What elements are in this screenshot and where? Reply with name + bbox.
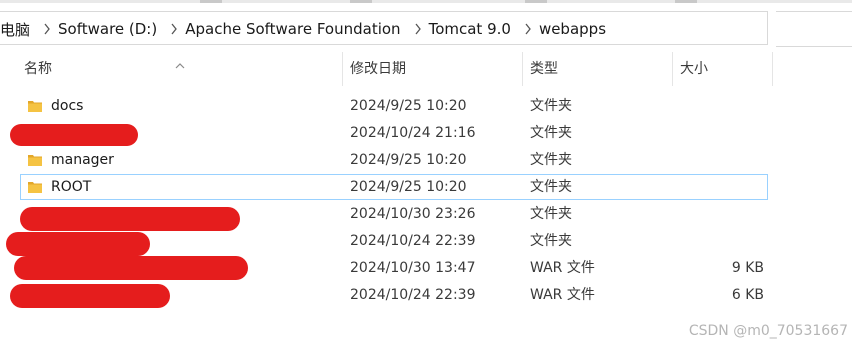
breadcrumb-item-tomcat[interactable]: Tomcat 9.0: [429, 20, 517, 38]
column-header-modified[interactable]: 修改日期: [350, 52, 406, 86]
column-header-name[interactable]: 名称: [24, 52, 52, 86]
search-box[interactable]: [776, 11, 852, 47]
file-row-docs[interactable]: docs 2024/9/25 10:20 文件夹: [20, 93, 768, 119]
file-type: WAR 文件: [530, 287, 595, 303]
file-date: 2024/9/25 10:20: [350, 98, 467, 114]
chevron-right-icon[interactable]: [407, 23, 429, 35]
file-size: 6 KB: [731, 287, 764, 303]
redaction-mark: [6, 232, 150, 256]
file-row-manager[interactable]: manager 2024/9/25 10:20 文件夹: [20, 147, 768, 173]
file-type: 文件夹: [530, 125, 572, 141]
chevron-right-icon[interactable]: [36, 23, 58, 35]
watermark: CSDN @m0_70531667: [688, 323, 848, 339]
folder-icon: [28, 182, 42, 193]
column-divider[interactable]: [772, 52, 773, 86]
file-type: 文件夹: [530, 98, 572, 114]
breadcrumb-item-webapps[interactable]: webapps: [539, 20, 612, 38]
file-date: 2024/9/25 10:20: [350, 152, 467, 168]
redaction-mark: [10, 124, 138, 146]
breadcrumb-item-apache[interactable]: Apache Software Foundation: [185, 20, 406, 38]
column-divider[interactable]: [522, 52, 523, 86]
breadcrumb-item-computer[interactable]: 电脑: [0, 19, 36, 40]
file-row-root[interactable]: ROOT 2024/9/25 10:20 文件夹: [20, 174, 768, 200]
redaction-mark: [20, 207, 240, 231]
file-date: 2024/9/25 10:20: [350, 179, 467, 195]
column-header-bar: 名称 修改日期 类型 大小: [0, 52, 852, 86]
file-size: 9 KB: [731, 260, 764, 276]
redaction-mark: [10, 284, 170, 308]
file-type: WAR 文件: [530, 260, 595, 276]
breadcrumb-item-drive[interactable]: Software (D:): [58, 20, 163, 38]
file-name: manager: [51, 152, 114, 168]
file-type: 文件夹: [530, 179, 572, 195]
chevron-right-icon[interactable]: [517, 23, 539, 35]
file-name: docs: [51, 98, 84, 114]
redaction-mark: [14, 256, 248, 280]
column-header-type[interactable]: 类型: [530, 52, 558, 86]
folder-icon: [28, 155, 42, 166]
column-header-size[interactable]: 大小: [680, 52, 708, 86]
chevron-right-icon[interactable]: [163, 23, 185, 35]
file-date: 2024/10/30 23:26: [350, 206, 476, 222]
column-divider[interactable]: [342, 52, 343, 86]
file-name: ROOT: [51, 179, 92, 195]
folder-icon: [28, 101, 42, 112]
column-divider[interactable]: [672, 52, 673, 86]
toolbar-edge: [0, 0, 852, 3]
sort-ascending-icon: [175, 54, 185, 73]
file-type: 文件夹: [530, 206, 572, 222]
file-date: 2024/10/24 22:39: [350, 233, 476, 249]
file-type: 文件夹: [530, 152, 572, 168]
file-date: 2024/10/24 22:39: [350, 287, 476, 303]
file-type: 文件夹: [530, 233, 572, 249]
file-date: 2024/10/24 21:16: [350, 125, 476, 141]
file-date: 2024/10/30 13:47: [350, 260, 476, 276]
breadcrumb: 电脑 Software (D:) Apache Software Foundat…: [0, 17, 612, 41]
